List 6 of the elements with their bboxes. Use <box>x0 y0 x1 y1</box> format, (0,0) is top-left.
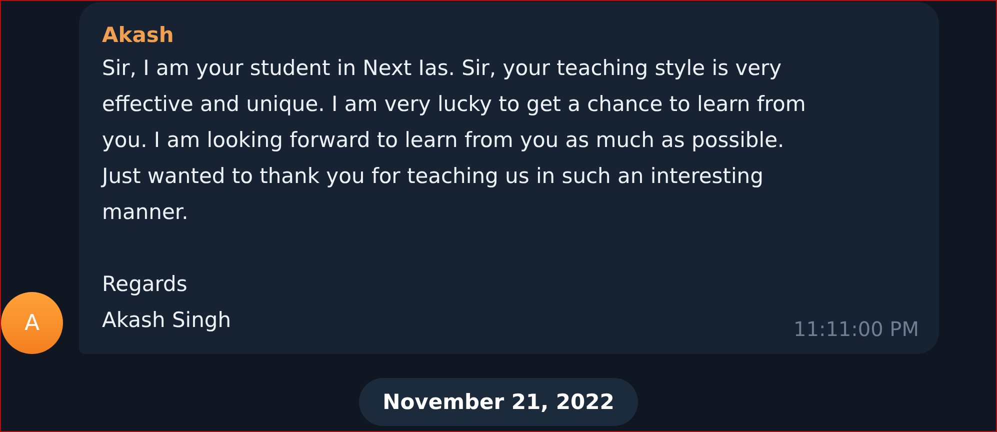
message-time: 11:11:00 PM <box>794 316 919 343</box>
sender-name: Akash <box>102 22 175 49</box>
avatar: A <box>1 292 63 354</box>
message-text: Sir, I am your student in Next Ias. Sir, your teaching style is very effective and unique. I am very lucky to get a chance to learn from you. I am looking forward to learn from you as much as possible. Just wanted to thank you for teaching us in such an interesting manner. <box>102 55 806 226</box>
date-separator: November 21, 2022 <box>358 378 638 426</box>
message-text: Regards Akash Singh <box>102 271 232 334</box>
